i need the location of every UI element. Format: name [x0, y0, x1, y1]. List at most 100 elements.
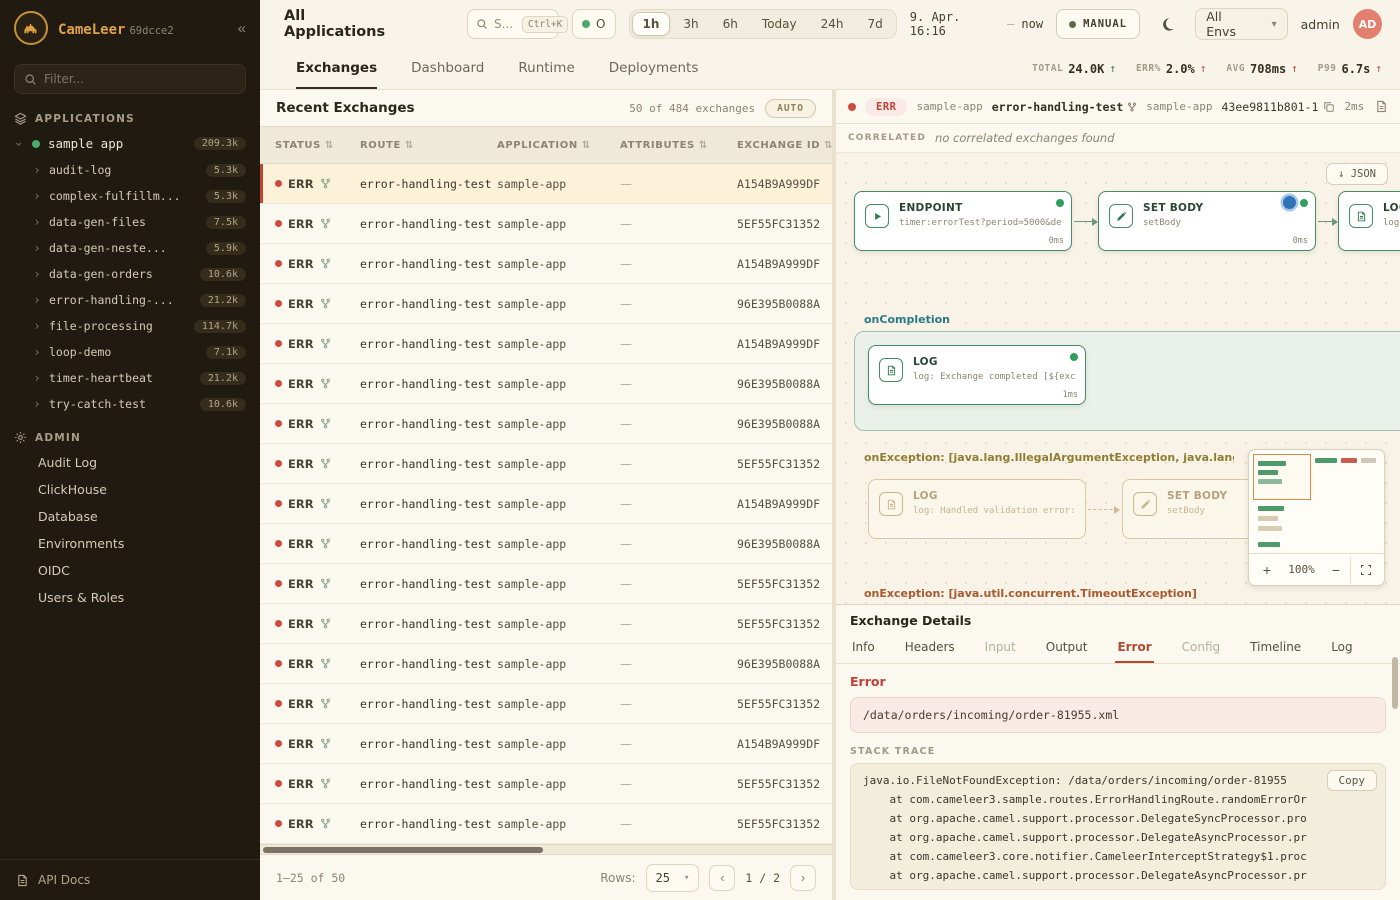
details-tab[interactable]: Config — [1180, 634, 1223, 663]
sidebar-route-item[interactable]: › file-processing 114.7k — [0, 313, 260, 339]
details-tab[interactable]: Log — [1329, 634, 1354, 663]
exchange-row[interactable]: ERR error-handling-test sample-app — 96E… — [260, 364, 832, 404]
copy-icon[interactable] — [1323, 101, 1335, 113]
zoom-out-button[interactable]: − — [1322, 557, 1350, 583]
column-header[interactable]: ROUTE ⇅ — [360, 140, 497, 151]
sidebar-route-item[interactable]: › timer-heartbeat 21.2k — [0, 365, 260, 391]
sidebar-route-item[interactable]: › data-gen-files 7.5k — [0, 209, 260, 235]
caret-down-icon: ▾ — [1272, 19, 1277, 30]
exchange-detail-panel: ERR sample-app error-handling-test sampl… — [836, 90, 1400, 900]
sidebar-admin-item[interactable]: OIDC — [0, 557, 260, 584]
auto-refresh-badge[interactable]: AUTO — [765, 99, 816, 118]
on-exception-2-label: onException: [java.util.concurrent.Timeo… — [864, 587, 1197, 600]
live-toggle[interactable]: O — [572, 9, 615, 39]
zoom-toolbar: + 100% − — [1249, 553, 1384, 585]
exchange-row[interactable]: ERR error-handling-test sample-app — 5EF… — [260, 564, 832, 604]
error-status-dot — [275, 500, 282, 507]
details-tab[interactable]: Output — [1044, 634, 1090, 663]
exchange-row[interactable]: ERR error-handling-test sample-app — 96E… — [260, 524, 832, 564]
exchange-row[interactable]: ERR error-handling-test sample-app — 5EF… — [260, 764, 832, 804]
exchange-row[interactable]: ERR error-handling-test sample-app — 96E… — [260, 284, 832, 324]
column-header[interactable]: APPLICATION ⇅ — [497, 140, 620, 151]
details-tab[interactable]: Input — [983, 634, 1018, 663]
sidebar-admin-item[interactable]: ClickHouse — [0, 476, 260, 503]
flow-route-label[interactable]: error-handling-test — [992, 100, 1138, 114]
route-flow-canvas[interactable]: ↓ JSON ENDPOINT timer:errorTest?period=5… — [836, 152, 1400, 604]
document-icon[interactable] — [1375, 100, 1388, 113]
dark-mode-toggle[interactable] — [1153, 9, 1182, 39]
route-fork-icon — [320, 418, 331, 429]
exchange-row[interactable]: ERR error-handling-test sample-app — A15… — [260, 164, 832, 204]
time-range-button[interactable]: 24h — [810, 12, 855, 36]
sidebar-app-sample-app[interactable]: › sample app 209.3k — [0, 130, 260, 157]
sidebar-route-item[interactable]: › try-catch-test 10.6k — [0, 391, 260, 417]
download-json-button[interactable]: ↓ JSON — [1326, 163, 1388, 185]
fit-view-button[interactable] — [1350, 557, 1380, 583]
sidebar-route-item[interactable]: › loop-demo 7.1k — [0, 339, 260, 365]
main-tab[interactable]: Dashboard — [411, 48, 484, 89]
next-page-button[interactable]: › — [790, 865, 816, 891]
global-search[interactable]: Ctrl+K — [467, 9, 559, 39]
vertical-scrollbar-thumb[interactable] — [1392, 657, 1398, 709]
sidebar-admin-item[interactable]: Audit Log — [0, 449, 260, 476]
sidebar-filter-input[interactable] — [44, 72, 236, 86]
sidebar-route-item[interactable]: › data-gen-neste... 5.9k — [0, 235, 260, 261]
date-range-display[interactable]: 9. Apr. 16:16 — now — [910, 10, 1043, 38]
time-range-button[interactable]: 6h — [712, 12, 749, 36]
main-tab[interactable]: Exchanges — [296, 48, 377, 89]
sidebar-admin-item[interactable]: Environments — [0, 530, 260, 557]
exchange-row[interactable]: ERR error-handling-test sample-app — 5EF… — [260, 444, 832, 484]
exchange-row[interactable]: ERR error-handling-test sample-app — A15… — [260, 244, 832, 284]
sidebar-route-item[interactable]: › audit-log 5.3k — [0, 157, 260, 183]
column-header[interactable]: ATTRIBUTES ⇅ — [620, 140, 737, 151]
exchange-row[interactable]: ERR error-handling-test sample-app — A15… — [260, 724, 832, 764]
details-tab[interactable]: Error — [1115, 634, 1153, 663]
details-tab[interactable]: Timeline — [1248, 634, 1303, 663]
time-range-button[interactable]: 3h — [672, 12, 709, 36]
sidebar-collapse-button[interactable]: « — [238, 20, 246, 37]
api-docs-link[interactable]: API Docs — [0, 859, 260, 900]
stack-trace-line: at org.apache.camel.support.processor.De… — [863, 829, 1373, 848]
exchange-row[interactable]: ERR error-handling-test sample-app — 5EF… — [260, 684, 832, 724]
sidebar-route-item[interactable]: › complex-fulfillm... 5.3k — [0, 183, 260, 209]
prev-page-button[interactable]: ‹ — [709, 865, 735, 891]
flow-node-exception-log[interactable]: LOG log: Handled validation error: ${exc… — [868, 479, 1086, 539]
main-tab[interactable]: Deployments — [609, 48, 699, 89]
manual-refresh-button[interactable]: MANUAL — [1056, 9, 1140, 39]
main-tab[interactable]: Runtime — [518, 48, 574, 89]
exchange-row[interactable]: ERR error-handling-test sample-app — A15… — [260, 324, 832, 364]
flow-node-endpoint[interactable]: ENDPOINT timer:errorTest?period=5000&del… — [854, 191, 1072, 251]
flow-node-log[interactable]: LOG log: Sta — [1338, 191, 1400, 251]
user-avatar[interactable]: AD — [1353, 9, 1382, 39]
sidebar-route-item[interactable]: › error-handling-... 21.2k — [0, 287, 260, 313]
flow-minimap[interactable]: + 100% − — [1248, 449, 1385, 586]
exchange-row[interactable]: ERR error-handling-test sample-app — 96E… — [260, 404, 832, 444]
rows-per-page-select[interactable]: 25 ▾ — [646, 864, 700, 892]
global-search-input[interactable] — [494, 17, 516, 31]
horizontal-scrollbar-thumb[interactable] — [263, 847, 543, 853]
rows-per-page-label: Rows: — [600, 871, 635, 885]
exchange-row[interactable]: ERR error-handling-test sample-app — 5EF… — [260, 204, 832, 244]
minimap-area[interactable] — [1249, 450, 1384, 553]
sidebar-route-item[interactable]: › data-gen-orders 10.6k — [0, 261, 260, 287]
exchange-row[interactable]: ERR error-handling-test sample-app — 5EF… — [260, 804, 832, 844]
time-range-button[interactable]: Today — [751, 12, 808, 36]
zoom-in-button[interactable]: + — [1253, 557, 1281, 583]
sidebar-admin-item[interactable]: Users & Roles — [0, 584, 260, 611]
sidebar-admin-item[interactable]: Database — [0, 503, 260, 530]
column-header[interactable]: EXCHANGE ID ⇅ — [737, 140, 832, 151]
details-tab[interactable]: Info — [850, 634, 877, 663]
exchange-row[interactable]: ERR error-handling-test sample-app — 96E… — [260, 644, 832, 684]
environment-select[interactable]: All Envs ▾ — [1195, 8, 1287, 40]
time-range-button[interactable]: 7d — [857, 12, 894, 36]
log-file-icon — [879, 358, 903, 382]
flow-node-completion-log[interactable]: LOG log: Exchange completed [${exchan 1m… — [868, 345, 1086, 405]
flow-node-setbody[interactable]: SET BODY setBody 0ms — [1098, 191, 1316, 251]
details-tab[interactable]: Headers — [903, 634, 957, 663]
column-header[interactable]: STATUS ⇅ — [275, 140, 360, 151]
copy-stack-trace-button[interactable]: Copy — [1327, 770, 1378, 791]
exchange-count-badge: 5.9k — [206, 242, 246, 255]
time-range-button[interactable]: 1h — [632, 12, 671, 36]
exchange-row[interactable]: ERR error-handling-test sample-app — 5EF… — [260, 604, 832, 644]
exchange-row[interactable]: ERR error-handling-test sample-app — A15… — [260, 484, 832, 524]
